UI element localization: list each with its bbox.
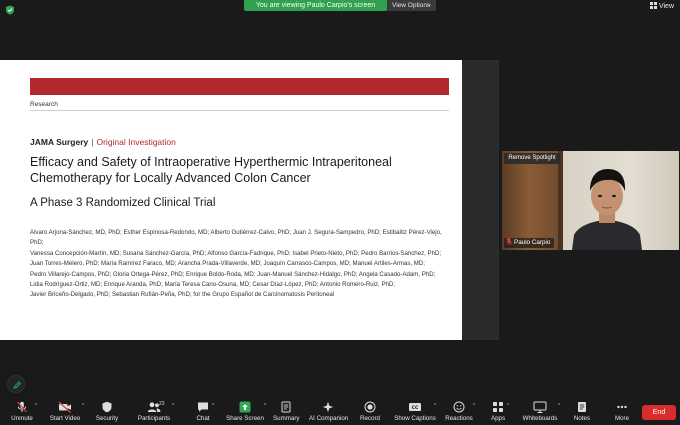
share-screen-icon <box>239 401 251 413</box>
chat-button[interactable]: Chat ^ <box>193 401 214 422</box>
security-button[interactable]: Security <box>94 401 120 422</box>
journal-separator: | <box>91 137 94 147</box>
shield-icon[interactable] <box>5 2 15 15</box>
chevron-up-icon[interactable]: ^ <box>212 403 214 409</box>
section-label: Research <box>30 101 58 108</box>
notes-label: Notes <box>573 415 591 422</box>
article-title-line: Efficacy and Safety of Intraoperative Hy… <box>30 155 392 169</box>
participants-count: 23 <box>159 401 165 407</box>
background-door <box>502 151 563 250</box>
unmute-button[interactable]: Unmute ^ <box>8 401 37 422</box>
author-line: Alvaro Arjona-Sánchez, MD, PhD; Esther E… <box>30 229 442 247</box>
start-video-label: Start Video <box>49 415 81 422</box>
view-label: View <box>658 3 674 10</box>
participant-name: Paulo Carpio <box>514 239 551 246</box>
record-button[interactable]: Record <box>359 401 381 422</box>
shared-screen-edge <box>462 60 499 340</box>
reactions-button[interactable]: Reactions ^ <box>444 401 475 422</box>
more-icon <box>617 405 627 409</box>
reactions-icon <box>453 401 465 413</box>
notes-icon <box>578 402 586 412</box>
record-icon <box>364 401 376 413</box>
chevron-up-icon[interactable]: ^ <box>172 403 174 409</box>
more-button[interactable]: More <box>612 401 632 422</box>
security-shield-icon <box>102 401 112 413</box>
apps-icon <box>493 402 503 412</box>
author-line: Pedro Villarejo-Campos, PhD; Gloria Orte… <box>30 270 436 278</box>
apps-label: Apps <box>490 415 506 422</box>
end-meeting-button[interactable]: End <box>642 405 676 420</box>
participant-name-label: Paulo Carpio <box>504 238 555 248</box>
participant-video-person <box>572 169 642 250</box>
chevron-down-icon: ⌄ <box>426 2 432 8</box>
journal-line: JAMA Surgery | Original Investigation <box>30 137 176 147</box>
captions-icon: CC <box>409 403 421 411</box>
security-label: Security <box>95 415 119 422</box>
summary-button[interactable]: Summary <box>273 401 299 422</box>
meeting-toolbar: Unmute ^ Start Video ^ Security Particip… <box>0 399 680 425</box>
view-options-button[interactable]: View Options ⌄ <box>387 0 436 11</box>
chevron-up-icon[interactable]: ^ <box>264 403 266 409</box>
ai-companion-icon <box>322 401 334 413</box>
reaction-bubble-button[interactable] <box>7 375 25 393</box>
article-type: Original Investigation <box>96 137 176 147</box>
view-options-label: View Options <box>392 2 431 9</box>
chevron-up-icon[interactable]: ^ <box>507 403 509 409</box>
participants-button[interactable]: Participants 23 ^ <box>137 401 175 422</box>
share-screen-label: Share Screen <box>226 415 264 422</box>
article-title-line: Chemotherapy for Locally Advanced Colon … <box>30 171 311 185</box>
whiteboards-label: Whiteboards <box>522 415 558 422</box>
author-line: Javier Briceño-Delgado, PhD; Sebastian R… <box>30 291 335 299</box>
shared-screen: Research JAMA Surgery | Original Investiga… <box>0 60 462 340</box>
whiteboards-icon <box>533 401 547 413</box>
show-captions-button[interactable]: CC Show Captions ^ <box>394 401 436 422</box>
summary-label: Summary <box>273 415 300 422</box>
divider <box>30 110 449 111</box>
article-title: Efficacy and Safety of Intraoperative Hy… <box>30 154 455 186</box>
ai-companion-button[interactable]: AI Companion <box>309 401 349 422</box>
chat-icon <box>198 402 208 412</box>
author-list: Alvaro Arjona-Sánchez, MD, PhD; Esther E… <box>30 228 455 301</box>
zoom-meeting-window: You are viewing Paulo Carpio's screen Vi… <box>0 0 680 425</box>
reaction-bubble-icon <box>13 381 22 389</box>
whiteboards-button[interactable]: Whiteboards ^ <box>522 401 560 422</box>
author-line: Juan Torres-Melero, PhD; María Ramírez F… <box>30 260 425 268</box>
chevron-up-icon[interactable]: ^ <box>35 403 37 409</box>
video-off-icon <box>58 401 71 413</box>
remove-spotlight-button[interactable]: Remove Spotlight <box>504 153 560 164</box>
start-video-button[interactable]: Start Video ^ <box>47 401 84 422</box>
view-button[interactable]: View <box>649 2 674 12</box>
notes-button[interactable]: Notes <box>572 401 592 422</box>
ai-companion-label: AI Companion <box>309 415 349 422</box>
chat-label: Chat <box>196 415 210 422</box>
chevron-up-icon[interactable]: ^ <box>82 403 84 409</box>
apps-button[interactable]: Apps ^ <box>488 401 509 422</box>
top-bar: You are viewing Paulo Carpio's screen Vi… <box>0 0 680 15</box>
microphone-muted-icon <box>17 401 27 413</box>
author-line: Lidia Rodríguez-Ortiz, MD; Enrique Arand… <box>30 281 395 289</box>
unmute-label: Unmute <box>11 415 33 422</box>
grid-icon <box>649 2 657 9</box>
author-line: Vanessa Concepción-Martín, MD; Susana Sá… <box>30 249 442 257</box>
chevron-up-icon[interactable]: ^ <box>558 403 560 409</box>
journal-name: JAMA Surgery <box>30 137 89 147</box>
show-captions-label: Show Captions <box>394 415 436 422</box>
summary-icon <box>281 401 291 413</box>
chevron-up-icon[interactable]: ^ <box>434 403 436 409</box>
article-subtitle: A Phase 3 Randomized Clinical Trial <box>30 197 216 209</box>
reactions-label: Reactions <box>445 415 473 422</box>
screen-share-banner: You are viewing Paulo Carpio's screen <box>244 0 387 11</box>
chevron-up-icon[interactable]: ^ <box>473 403 475 409</box>
journal-header-bar <box>30 78 449 95</box>
record-label: Record <box>360 415 380 422</box>
share-screen-button[interactable]: Share Screen ^ <box>226 401 266 422</box>
participants-label: Participants <box>137 415 171 422</box>
svg-text:CC: CC <box>412 405 419 411</box>
more-label: More <box>614 415 630 422</box>
microphone-muted-icon <box>506 238 512 245</box>
